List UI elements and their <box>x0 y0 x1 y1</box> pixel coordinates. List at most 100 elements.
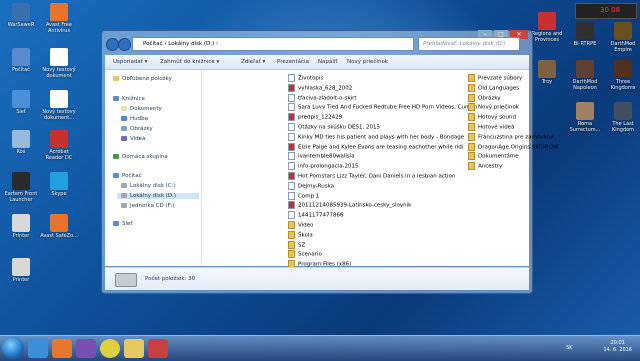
slideshow-button[interactable]: Prezentácia <box>277 59 309 65</box>
desktop-icon[interactable]: Regions and Provinces <box>528 12 566 43</box>
desktop-icon-label: Skype <box>51 191 67 197</box>
file-item[interactable]: Škola <box>288 230 313 239</box>
file-name: Eizie Paige and Kylee Evans are teasing … <box>298 144 464 151</box>
file-item[interactable]: Kinky MD ties his patient and plays with… <box>288 132 464 141</box>
file-item[interactable]: 1441177477866 <box>288 211 344 220</box>
taskbar-skype-icon[interactable] <box>148 339 168 358</box>
desktop-icon[interactable]: DarthMod Empire <box>604 22 640 53</box>
share-button[interactable]: Zdieľať ▾ <box>241 59 265 65</box>
address-text: Počítač › Lokálny disk (D:) › <box>143 41 219 47</box>
desktop-icon[interactable]: Nový textový dokument <box>40 48 78 79</box>
file-item[interactable]: Scenario <box>288 250 322 259</box>
file-item[interactable]: tfaciva-zladoit-o-skirt <box>288 93 357 102</box>
desktop-icon[interactable]: DarthMod Napoleon <box>566 60 604 91</box>
clock-date: 14. 6. 2016 <box>603 347 632 353</box>
file-item[interactable]: Comp 1 <box>288 191 320 200</box>
app-icon <box>12 172 30 190</box>
folder-item[interactable]: Francuzstina pre zamoukov <box>468 132 553 141</box>
folder-item[interactable]: Hotové videá <box>468 123 514 131</box>
file-item[interactable]: Dejmy-Ruska <box>288 181 334 190</box>
sidebar-item[interactable]: Lokálny disk (C:) <box>121 183 176 189</box>
taskbar-chrome-icon[interactable] <box>100 339 120 358</box>
sidebar-item[interactable]: Lokálny disk (D:) <box>117 193 199 199</box>
sidebar-item[interactable]: Obrázky <box>121 126 153 132</box>
taskbar-explorer-icon[interactable] <box>124 339 144 358</box>
folder-item[interactable]: Obrázky <box>468 93 501 102</box>
desktop-icon[interactable]: Roma Surrectum... <box>566 102 604 133</box>
file-item[interactable]: Eizie Paige and Kylee Evans are teasing … <box>288 142 464 151</box>
taskbar-firefox-icon[interactable] <box>52 339 72 358</box>
desktop-icon[interactable]: Kôš <box>2 130 40 155</box>
burn-button[interactable]: Napáliť <box>318 59 338 65</box>
start-button[interactable] <box>2 337 24 359</box>
sidebar-item[interactable]: Jednotka CD (F:) <box>121 203 174 209</box>
desktop-icon[interactable]: The Last Kingdom <box>604 102 640 133</box>
folder-item[interactable]: Dokumentáme <box>468 152 519 161</box>
desktop-icon[interactable]: Printer <box>2 258 40 283</box>
sidebar-item[interactable]: Hudba <box>121 116 148 122</box>
desktop-icon[interactable]: Sieť <box>2 90 40 115</box>
file-name: Comp 1 <box>298 193 320 200</box>
file-item[interactable]: Hot Pornstars Lizz Tayler, Dani Daniels … <box>288 172 455 180</box>
language-indicator[interactable]: SK <box>566 345 572 351</box>
sidebar-item[interactable]: Sieť <box>113 221 133 227</box>
file-item[interactable]: predpis_122429 <box>288 113 343 122</box>
sidebar-item[interactable]: Videá <box>121 136 145 142</box>
sidebar-item[interactable]: Dokumenty <box>121 106 162 112</box>
file-icon <box>288 152 295 161</box>
sidebar-item[interactable]: Počítač <box>113 173 142 179</box>
clock[interactable]: 20:01 14. 6. 2016 <box>603 340 632 354</box>
desktop-icon[interactable]: Počítač <box>2 48 40 73</box>
file-item[interactable]: Sara Luvv Tied And Fucked Redtube Free H… <box>288 103 477 112</box>
desktop-icon[interactable]: Nový textový dokument... <box>40 90 78 121</box>
file-item[interactable]: info-prolongacia-2015 <box>288 162 359 171</box>
desktop-icon[interactable]: Acrobat Reader DC <box>40 130 78 161</box>
organize-button[interactable]: Usporiadať ▾ <box>113 59 147 65</box>
app-icon <box>576 102 594 120</box>
file-name: tfaciva-zladoit-o-skirt <box>298 95 357 102</box>
desktop-icon-label: Kôš <box>16 149 26 155</box>
file-item[interactable]: ivantemble80walisia <box>288 152 355 161</box>
folder-item[interactable]: Hotový sound <box>468 113 516 122</box>
desktop-icon[interactable]: Avast Free Antivirus <box>40 3 78 34</box>
include-in-library-button[interactable]: Zahrnúť do knižnice ▾ <box>160 59 219 65</box>
file-icon <box>288 142 295 151</box>
folder-icon <box>468 93 475 102</box>
sidebar-item[interactable]: Obľúbené položky <box>113 76 172 82</box>
folder-item[interactable]: Ancestry <box>468 162 502 171</box>
sidebar-item-icon <box>113 221 119 226</box>
forward-button[interactable] <box>118 38 131 51</box>
file-item[interactable]: SZ <box>288 240 305 249</box>
file-item[interactable]: Otázky na skúšku DES1, 2015 <box>288 123 380 131</box>
desktop-icon[interactable]: Troy <box>528 60 566 85</box>
folder-item[interactable]: Old Languages <box>468 83 519 92</box>
taskbar-media-icon[interactable] <box>76 339 96 358</box>
search-input[interactable]: Prehľadávať: Lokálny disk (D:) <box>418 37 520 51</box>
file-item[interactable]: 20111214085939-Latinsko-cesky_slovnik <box>288 201 411 210</box>
app-icon <box>50 48 68 66</box>
sidebar-item[interactable]: Knižnice <box>113 96 145 102</box>
file-item[interactable]: Životopis <box>288 74 323 82</box>
file-name: predpis_122429 <box>298 114 343 121</box>
desktop-icon[interactable]: Printer <box>2 214 40 239</box>
desktop-icon[interactable]: BI-RTRPE <box>566 22 604 47</box>
file-item[interactable]: Video <box>288 221 313 229</box>
folder-item[interactable]: Nový priečinok <box>468 103 519 112</box>
taskbar-ie-icon[interactable] <box>28 339 48 358</box>
new-folder-button[interactable]: Nový priečinok <box>347 59 388 65</box>
nav-bar: Počítač › Lokálny disk (D:) › Prehľadáva… <box>106 37 528 51</box>
desktop-icon[interactable]: Three Kingdoms <box>604 60 640 91</box>
sidebar-item-label: Počítač <box>122 173 142 179</box>
file-icon <box>288 113 295 122</box>
item-count: Počet položiek: 30 <box>145 276 196 282</box>
folder-item[interactable]: Prevzaté súbory <box>468 74 522 82</box>
app-icon <box>538 12 556 30</box>
sidebar-item[interactable]: Domáca skupina <box>113 154 168 160</box>
address-bar[interactable]: Počítač › Lokálny disk (D:) › <box>132 37 414 51</box>
folder-item[interactable]: DragonAge.Origins.SKIDROW <box>468 142 558 151</box>
desktop-icon[interactable]: WarSaweR <box>2 3 40 28</box>
desktop-icon[interactable]: Skype <box>40 172 78 197</box>
desktop-icon[interactable]: Eartern Front Launcher <box>2 172 40 203</box>
file-item[interactable]: vyhlaska_628_2002 <box>288 83 352 92</box>
desktop-icon[interactable]: Avast SafeZo... <box>40 214 78 239</box>
